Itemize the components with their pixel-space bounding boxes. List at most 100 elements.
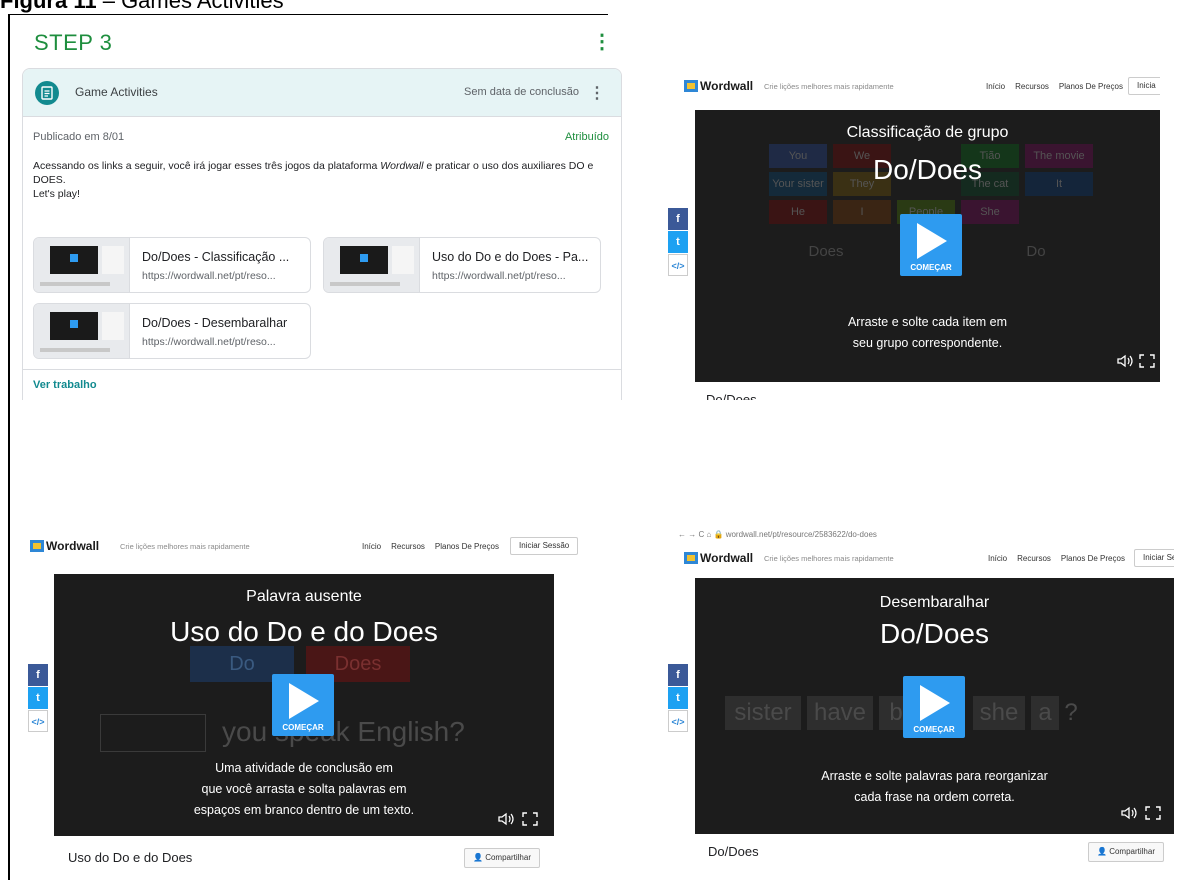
game-type: Classificação de grupo (846, 124, 1009, 141)
social-share-bar: f t </> (668, 208, 688, 277)
bg-word-tile: she (973, 696, 1025, 730)
wordwall-nav-links: Início Recursos Planos De Preços (988, 554, 1135, 563)
description-line2: DOES. (33, 174, 66, 186)
login-button[interactable]: Iniciar Sessão (510, 537, 579, 555)
game-description: Uma atividade de conclusão em que você a… (54, 758, 554, 821)
login-button[interactable]: Inicia (1128, 77, 1160, 95)
social-share-bar: f t </> (668, 664, 688, 733)
game-title: Do/Does (873, 154, 982, 185)
facebook-icon[interactable]: f (668, 664, 688, 686)
embed-icon[interactable]: </> (668, 710, 688, 732)
nav-resources[interactable]: Recursos (391, 542, 425, 551)
game-title: Uso do Do e do Does (170, 616, 438, 647)
start-button[interactable]: COMEÇAR (903, 676, 965, 738)
attachment-thumbnail (324, 238, 420, 292)
share-button[interactable]: 👤 Compartilhar (1088, 842, 1164, 862)
nav-pricing[interactable]: Planos De Preços (435, 542, 499, 551)
sound-icon[interactable] (1117, 354, 1135, 371)
description-text-a: Acessando os links a seguir, você irá jo… (33, 160, 381, 172)
start-button[interactable]: COMEÇAR (272, 674, 334, 736)
login-button[interactable]: Iniciar Ses (1134, 549, 1174, 567)
sound-icon[interactable] (498, 812, 516, 829)
game-description-line: cada frase na ordem correta. (854, 790, 1015, 804)
bg-word-tile: a (1031, 696, 1059, 730)
fullscreen-icon[interactable] (1145, 806, 1161, 823)
wordwall-panel-unjumble: ← → C ⌂ 🔒 wordwall.net/pt/resource/25836… (668, 526, 1174, 874)
nav-pricing[interactable]: Planos De Preços (1059, 82, 1123, 91)
description-em: Wordwall (380, 160, 424, 172)
twitter-icon[interactable]: t (28, 687, 48, 709)
view-work-link[interactable]: Ver trabalho (33, 379, 97, 391)
start-button[interactable]: COMEÇAR (900, 214, 962, 276)
attachment-title: Do/Does - Classificação ... (142, 250, 290, 264)
nav-resources[interactable]: Recursos (1015, 82, 1049, 91)
embed-icon[interactable]: </> (668, 254, 688, 276)
wordwall-nav: Wordwall Crie lições melhores mais rapid… (668, 72, 1160, 100)
bg-blank (100, 714, 206, 752)
start-label: COMEÇAR (913, 725, 955, 734)
bg-sentence: you speak English? (222, 716, 465, 747)
attachment-url: https://wordwall.net/pt/reso... (432, 270, 566, 282)
share-label: Compartilhar (1109, 847, 1155, 856)
game-title: Do/Does (880, 618, 989, 649)
assignment-title: Game Activities (75, 85, 158, 99)
classroom-panel: STEP 3 ⋮ Game Activities Sem data de con… (12, 16, 626, 400)
attachment-url: https://wordwall.net/pt/reso... (142, 270, 276, 282)
attachment-card[interactable]: Do/Does - Desembaralhar https://wordwall… (33, 303, 311, 359)
facebook-icon[interactable]: f (28, 664, 48, 686)
game-description-line: espaços em branco dentro de um texto. (193, 803, 415, 817)
attachment-card[interactable]: Do/Does - Classificação ... https://word… (33, 237, 311, 293)
assignment-card: Game Activities Sem data de conclusão ⋮ … (22, 68, 622, 400)
wordwall-logo-icon (684, 552, 698, 564)
fullscreen-icon[interactable] (522, 812, 538, 829)
start-label: COMEÇAR (282, 723, 324, 732)
wordwall-nav-links: Início Recursos Planos De Preços (362, 542, 509, 551)
bg-word-tile: have (807, 696, 873, 730)
twitter-icon[interactable]: t (668, 687, 688, 709)
game-stage: Do Does you speak English? Palavra ausen… (54, 574, 554, 836)
attachment-title: Uso do Do e do Does - Pa... (432, 250, 589, 264)
wordwall-logo[interactable]: Wordwall (700, 551, 753, 565)
figure-border (8, 14, 10, 880)
browser-url: wordwall.net/pt/resource/2583622/do-does (725, 530, 877, 539)
start-label: COMEÇAR (910, 263, 952, 272)
nav-pricing[interactable]: Planos De Preços (1061, 554, 1125, 563)
facebook-icon[interactable]: f (668, 208, 688, 230)
step-more-icon[interactable]: ⋮ (592, 32, 612, 52)
attachment-card[interactable]: Uso do Do e do Does - Pa... https://word… (323, 237, 601, 293)
sound-icon[interactable] (1121, 806, 1139, 823)
twitter-icon[interactable]: t (668, 231, 688, 253)
assignment-status: Atribuído (564, 131, 609, 143)
step-title: STEP 3 (34, 30, 113, 55)
game-type: Palavra ausente (246, 588, 362, 605)
game-description: Arraste e solte cada item em seu grupo c… (695, 312, 1160, 354)
share-label: Compartilhar (485, 853, 531, 862)
game-description-line: seu grupo correspondente. (852, 336, 1003, 350)
figure-caption: Figura 11 – Games Activities (0, 0, 284, 14)
description-line3: Let's play! (33, 188, 80, 200)
nav-resources[interactable]: Recursos (1017, 554, 1051, 563)
wordwall-logo[interactable]: Wordwall (46, 539, 99, 553)
bg-word-tile: He (769, 200, 827, 224)
game-description-line: Arraste e solte palavras para reorganiza… (821, 769, 1048, 783)
wordwall-tagline: Crie lições melhores mais rapidamente (120, 542, 250, 551)
figure-caption-text: – Games Activities (102, 0, 284, 13)
wordwall-panel-group-sort: Wordwall Crie lições melhores mais rapid… (668, 72, 1160, 400)
game-type: Desembaralhar (879, 594, 990, 611)
fullscreen-icon[interactable] (1139, 354, 1155, 371)
nav-home[interactable]: Início (986, 82, 1005, 91)
attachment-thumbnail (34, 238, 130, 292)
assignment-more-icon[interactable]: ⋮ (589, 83, 605, 103)
wordwall-panel-missing-word: Wordwall Crie lições melhores mais rapid… (22, 522, 582, 872)
nav-home[interactable]: Início (988, 554, 1007, 563)
play-icon (920, 685, 950, 721)
assignment-header[interactable]: Game Activities Sem data de conclusão ⋮ (23, 69, 621, 117)
wordwall-logo[interactable]: Wordwall (700, 79, 753, 93)
nav-home[interactable]: Início (362, 542, 381, 551)
browser-url-bar[interactable]: ← → C ⌂ 🔒 wordwall.net/pt/resource/25836… (668, 526, 877, 544)
description-text-b: e praticar o uso dos auxiliares DO e (423, 160, 594, 172)
assignment-description: Acessando os links a seguir, você irá jo… (33, 159, 603, 201)
embed-icon[interactable]: </> (28, 710, 48, 732)
figure-border-top (8, 14, 608, 15)
share-button[interactable]: 👤 Compartilhar (464, 848, 540, 868)
